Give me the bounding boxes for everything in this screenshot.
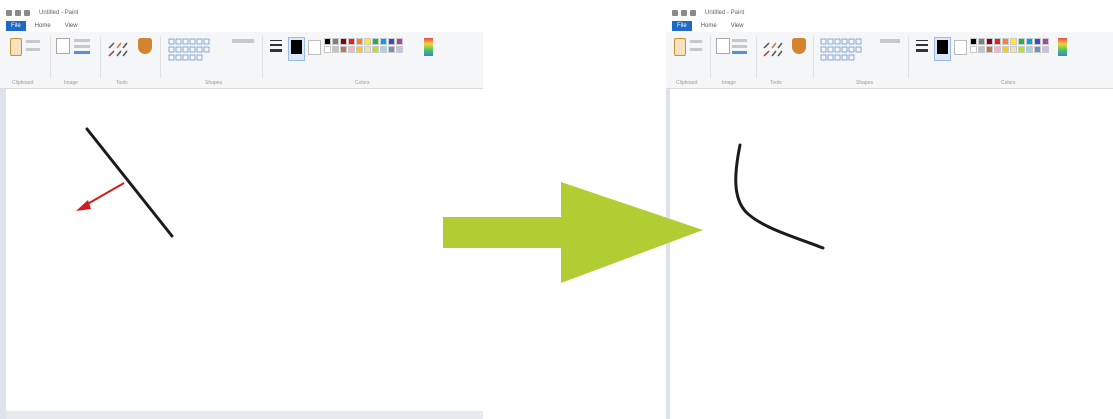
drag-direction-arrow-icon [76, 182, 125, 211]
right-arrow-icon [443, 182, 703, 283]
curved-line-icon [734, 143, 825, 250]
drawing-overlay [76, 127, 825, 283]
straight-line-icon [85, 127, 174, 238]
